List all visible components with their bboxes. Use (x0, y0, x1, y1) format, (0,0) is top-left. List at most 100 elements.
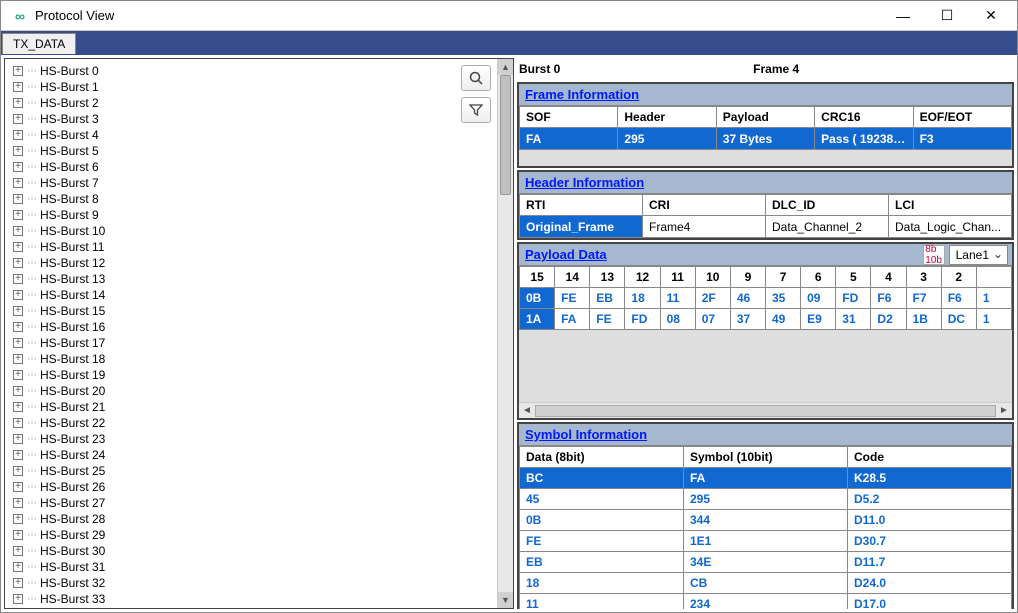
cell[interactable]: Data_Channel_2 (766, 216, 889, 238)
tree-item-burst-22[interactable]: +⋯HS-Burst 22 (5, 415, 455, 431)
scroll-thumb[interactable] (500, 75, 511, 195)
burst-tree[interactable]: +⋯HS-Burst 0+⋯HS-Burst 1+⋯HS-Burst 2+⋯HS… (5, 59, 455, 608)
payload-byte[interactable]: FD (625, 309, 660, 330)
expand-icon[interactable]: + (13, 402, 23, 412)
tree-item-burst-16[interactable]: +⋯HS-Burst 16 (5, 319, 455, 335)
expand-icon[interactable]: + (13, 594, 23, 604)
table-row[interactable]: BCFAK28.5 (520, 468, 1012, 489)
tree-item-burst-8[interactable]: +⋯HS-Burst 8 (5, 191, 455, 207)
expand-icon[interactable]: + (13, 498, 23, 508)
expand-icon[interactable]: + (13, 146, 23, 156)
tree-item-burst-11[interactable]: +⋯HS-Burst 11 (5, 239, 455, 255)
expand-icon[interactable]: + (13, 66, 23, 76)
expand-icon[interactable]: + (13, 418, 23, 428)
tree-item-burst-2[interactable]: +⋯HS-Burst 2 (5, 95, 455, 111)
expand-icon[interactable]: + (13, 82, 23, 92)
payload-byte[interactable]: 09 (801, 288, 836, 309)
expand-icon[interactable]: + (13, 242, 23, 252)
payload-byte[interactable]: 07 (695, 309, 730, 330)
payload-byte[interactable]: 11 (660, 288, 695, 309)
tree-item-burst-15[interactable]: +⋯HS-Burst 15 (5, 303, 455, 319)
expand-icon[interactable]: + (13, 178, 23, 188)
tree-item-burst-30[interactable]: +⋯HS-Burst 30 (5, 543, 455, 559)
payload-byte[interactable]: F7 (906, 288, 941, 309)
expand-icon[interactable]: + (13, 354, 23, 364)
tree-item-burst-18[interactable]: +⋯HS-Burst 18 (5, 351, 455, 367)
format-icon[interactable]: 8b10b (923, 245, 945, 265)
table-row[interactable]: 45295D5.2 (520, 489, 1012, 510)
tree-item-burst-6[interactable]: +⋯HS-Burst 6 (5, 159, 455, 175)
payload-byte[interactable]: D2 (871, 309, 906, 330)
cell[interactable]: F3 (913, 128, 1011, 150)
tree-item-burst-10[interactable]: +⋯HS-Burst 10 (5, 223, 455, 239)
tree-item-burst-27[interactable]: +⋯HS-Burst 27 (5, 495, 455, 511)
payload-byte[interactable]: 18 (625, 288, 660, 309)
expand-icon[interactable]: + (13, 514, 23, 524)
payload-byte[interactable]: 1 (976, 309, 1011, 330)
expand-icon[interactable]: + (13, 98, 23, 108)
expand-icon[interactable]: + (13, 130, 23, 140)
expand-icon[interactable]: + (13, 274, 23, 284)
cell[interactable]: Frame4 (643, 216, 766, 238)
payload-byte[interactable]: 1B (906, 309, 941, 330)
tree-item-burst-21[interactable]: +⋯HS-Burst 21 (5, 399, 455, 415)
payload-byte[interactable]: E9 (801, 309, 836, 330)
tree-item-burst-14[interactable]: +⋯HS-Burst 14 (5, 287, 455, 303)
tree-item-burst-29[interactable]: +⋯HS-Burst 29 (5, 527, 455, 543)
payload-h-scrollbar[interactable]: ◄ ► (519, 402, 1012, 418)
expand-icon[interactable]: + (13, 370, 23, 380)
tab-tx-data[interactable]: TX_DATA (2, 33, 76, 54)
expand-icon[interactable]: + (13, 578, 23, 588)
tree-item-burst-31[interactable]: +⋯HS-Burst 31 (5, 559, 455, 575)
expand-icon[interactable]: + (13, 482, 23, 492)
payload-byte[interactable]: FE (590, 309, 625, 330)
payload-byte[interactable]: 0B (520, 288, 555, 309)
expand-icon[interactable]: + (13, 562, 23, 572)
tree-item-burst-19[interactable]: +⋯HS-Burst 19 (5, 367, 455, 383)
payload-byte[interactable]: EB (590, 288, 625, 309)
tree-item-burst-32[interactable]: +⋯HS-Burst 32 (5, 575, 455, 591)
expand-icon[interactable]: + (13, 434, 23, 444)
expand-icon[interactable]: + (13, 386, 23, 396)
expand-icon[interactable]: + (13, 338, 23, 348)
expand-icon[interactable]: + (13, 306, 23, 316)
payload-byte[interactable]: 08 (660, 309, 695, 330)
tree-item-burst-9[interactable]: +⋯HS-Burst 9 (5, 207, 455, 223)
cell[interactable]: 37 Bytes (716, 128, 814, 150)
tree-item-burst-17[interactable]: +⋯HS-Burst 17 (5, 335, 455, 351)
close-button[interactable]: ✕ (969, 2, 1013, 30)
cell[interactable]: 295 (618, 128, 716, 150)
cell[interactable]: Pass ( 192389 ) (815, 128, 913, 150)
payload-byte[interactable]: F6 (941, 288, 976, 309)
tree-item-burst-24[interactable]: +⋯HS-Burst 24 (5, 447, 455, 463)
expand-icon[interactable]: + (13, 258, 23, 268)
tree-item-burst-4[interactable]: +⋯HS-Burst 4 (5, 127, 455, 143)
expand-icon[interactable]: + (13, 194, 23, 204)
tree-item-burst-28[interactable]: +⋯HS-Burst 28 (5, 511, 455, 527)
scroll-up-arrow[interactable]: ▲ (498, 59, 513, 75)
tree-item-burst-25[interactable]: +⋯HS-Burst 25 (5, 463, 455, 479)
payload-byte[interactable]: F6 (871, 288, 906, 309)
expand-icon[interactable]: + (13, 546, 23, 556)
expand-icon[interactable]: + (13, 322, 23, 332)
table-row[interactable]: 18CBD24.0 (520, 573, 1012, 594)
expand-icon[interactable]: + (13, 226, 23, 236)
minimize-button[interactable]: — (881, 2, 925, 30)
scroll-down-arrow[interactable]: ▼ (498, 592, 513, 608)
payload-byte[interactable]: 35 (765, 288, 800, 309)
expand-icon[interactable]: + (13, 114, 23, 124)
tree-item-burst-5[interactable]: +⋯HS-Burst 5 (5, 143, 455, 159)
lane-select[interactable]: Lane1 (949, 245, 1008, 265)
table-row[interactable]: EB34ED11.7 (520, 552, 1012, 573)
payload-byte[interactable]: 46 (730, 288, 765, 309)
payload-byte[interactable]: 2F (695, 288, 730, 309)
cell[interactable]: Data_Logic_Chan... (889, 216, 1012, 238)
table-row[interactable]: FE1E1D30.7 (520, 531, 1012, 552)
expand-icon[interactable]: + (13, 530, 23, 540)
maximize-button[interactable]: ☐ (925, 2, 969, 30)
tree-scrollbar[interactable]: ▲ ▼ (497, 59, 513, 608)
tree-item-burst-7[interactable]: +⋯HS-Burst 7 (5, 175, 455, 191)
tree-item-burst-1[interactable]: +⋯HS-Burst 1 (5, 79, 455, 95)
tree-item-burst-3[interactable]: +⋯HS-Burst 3 (5, 111, 455, 127)
payload-byte[interactable]: DC (941, 309, 976, 330)
